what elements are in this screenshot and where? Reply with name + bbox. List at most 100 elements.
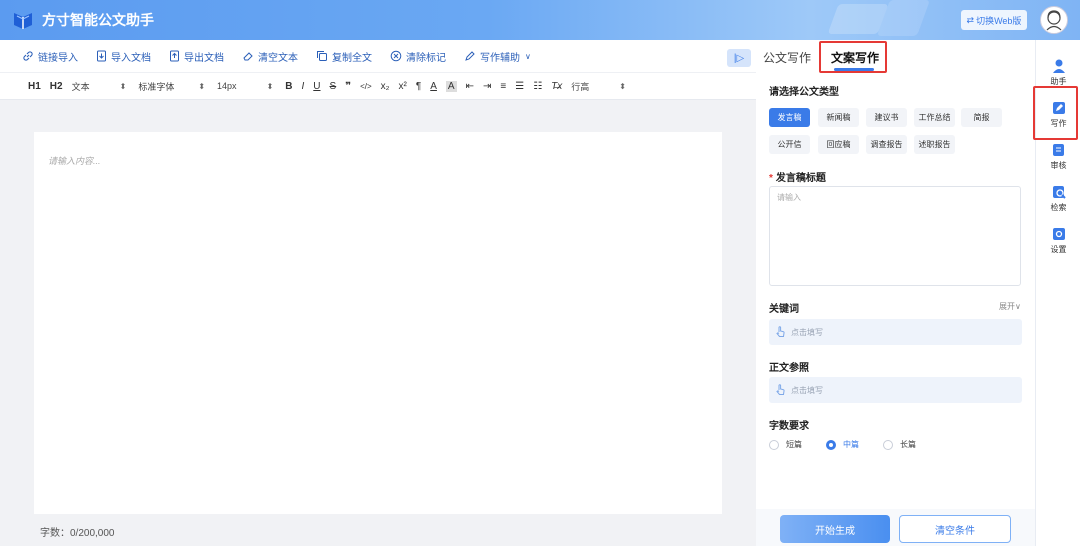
hand-pointer-icon [776,384,785,395]
line-height-value: 行高 [571,81,590,92]
superscript-button[interactable]: x² [399,81,407,92]
panel-tabs: 公文写作 文案写作 [756,40,1035,74]
length-radio-group: 短篇 中篇 长篇 [769,439,940,450]
font-select[interactable]: 标准字体 ⬍ [138,80,205,93]
italic-button[interactable]: I [302,81,305,92]
keywords-input[interactable]: 点击填写 [769,319,1022,345]
radio-short[interactable]: 短篇 [769,439,802,450]
paragraph-value: 文本 [71,81,90,92]
type-survey-report[interactable]: 调查报告 [866,135,907,154]
generate-button[interactable]: 开始生成 [780,515,890,543]
main-toolbar: 链接导入 导入文档 导出文档 清空文本 复制全文 清除标记 写作辅助 ∨ [0,40,756,72]
reference-input[interactable]: 点击填写 [769,377,1022,403]
radio-dot [826,439,836,450]
search-icon [1052,185,1066,199]
sidebar-label-review: 审核 [1050,160,1067,170]
import-doc-button[interactable]: 导入文档 [96,49,151,64]
align-left-icon[interactable]: ≡ [500,81,506,92]
hand-pointer-icon [776,326,785,337]
sidebar-item-search[interactable]: 检索 [1036,180,1080,216]
sidebar-item-assistant[interactable]: 助手 [1036,54,1080,90]
updown-icon: ⬍ [119,81,127,91]
radio-dot [769,439,779,450]
type-proposal[interactable]: 建议书 [866,108,907,127]
link-import-button[interactable]: 链接导入 [22,49,78,64]
type-response[interactable]: 回应稿 [818,135,859,154]
sidebar-item-settings[interactable]: 设置 [1036,222,1080,258]
export-doc-button[interactable]: 导出文档 [169,49,224,64]
sidebar-highlight-box [1033,86,1078,140]
app-title: 方寸智能公文助手 [42,12,154,28]
size-select[interactable]: 14px ⬍ [217,81,273,91]
quote-button[interactable]: ❞ [345,81,351,92]
editor-page[interactable]: 请输入内容... [34,132,722,514]
switch-web-label: 切换Web版 [976,15,1022,26]
copy-all-label: 复制全文 [332,52,372,64]
font-value: 标准字体 [138,81,175,92]
avatar[interactable] [1040,6,1068,34]
outdent-icon[interactable]: ⇥ [483,81,491,92]
expand-button[interactable]: 展开∨ [999,301,1021,312]
pen-icon [465,51,475,61]
size-value: 14px [217,81,237,91]
logo: 方寸智能公文助手 [12,10,154,30]
sidebar-label-assistant: 助手 [1050,76,1067,86]
clear-text-label: 清空文本 [258,52,298,64]
code-button[interactable]: </> [360,82,372,91]
radio-medium[interactable]: 中篇 [826,439,859,450]
paragraph-mark-button[interactable]: ¶ [416,81,421,92]
title-input[interactable]: 请输入 [769,186,1021,286]
clear-format-icon[interactable]: T̶x [551,81,562,92]
switch-icon: ⇄ [966,14,975,25]
radio-dot [883,439,893,450]
subscript-button[interactable]: x₂ [381,81,390,92]
paragraph-select[interactable]: 文本 ⬍ [72,80,127,93]
type-open-letter[interactable]: 公开信 [769,135,810,154]
updown-icon: ⬍ [198,81,206,91]
tab-official-writing[interactable]: 公文写作 [763,49,811,66]
reference-section-label: 正文参照 [769,363,809,374]
editor-placeholder: 请输入内容... [48,156,101,166]
settings-icon [1052,227,1065,240]
writing-assist-label: 写作辅助 [480,52,520,64]
import-doc-label: 导入文档 [111,52,151,64]
heading1-button[interactable]: H1 [28,81,41,92]
import-doc-icon [97,50,106,62]
ordered-list-icon[interactable]: ☷ [533,81,542,92]
bold-button[interactable]: B [285,81,292,92]
radio-long[interactable]: 长篇 [883,439,916,450]
updown-icon: ⬍ [266,81,274,91]
copy-all-button[interactable]: 复制全文 [316,49,372,64]
font-color-button[interactable]: A [430,81,437,92]
line-height-select[interactable]: 行高 ⬍ [571,80,626,93]
type-duty-report[interactable]: 述职报告 [914,135,955,154]
sidebar-item-review[interactable]: 审核 [1036,138,1080,174]
switch-web-button[interactable]: ⇄ 切换Web版 [961,10,1027,30]
clear-conditions-button[interactable]: 清空条件 [899,515,1011,543]
collapse-panel-button[interactable]: |▷ [727,49,751,67]
unordered-list-icon[interactable]: ☰ [515,81,524,92]
type-briefing[interactable]: 简报 [961,108,1002,127]
title-section-label: * 发言稿标题 [769,169,826,184]
type-speech[interactable]: 发言稿 [769,108,810,127]
clear-mark-button[interactable]: 清除标记 [390,49,446,64]
radio-long-label: 长篇 [900,440,916,449]
tab-highlight-box [819,41,887,73]
heading2-button[interactable]: H2 [50,81,63,92]
bg-color-button[interactable]: A [445,80,457,92]
updown-icon: ⬍ [619,81,626,91]
writing-assist-dropdown[interactable]: 写作辅助 ∨ [464,49,531,64]
chevron-down-icon: ∨ [525,51,531,61]
reference-placeholder: 点击填写 [791,385,823,395]
editor-area: 请输入内容... [0,100,756,546]
type-news[interactable]: 新闻稿 [818,108,859,127]
collapse-icon: |▷ [733,52,745,64]
review-icon [1052,143,1064,156]
clear-mark-icon [390,50,402,62]
strikethrough-button[interactable]: S [330,81,337,92]
clear-text-button[interactable]: 清空文本 [242,49,298,64]
underline-button[interactable]: U [313,81,320,92]
type-work-summary[interactable]: 工作总结 [914,108,955,127]
indent-icon[interactable]: ⇤ [466,81,474,92]
radio-medium-label: 中篇 [843,440,859,449]
